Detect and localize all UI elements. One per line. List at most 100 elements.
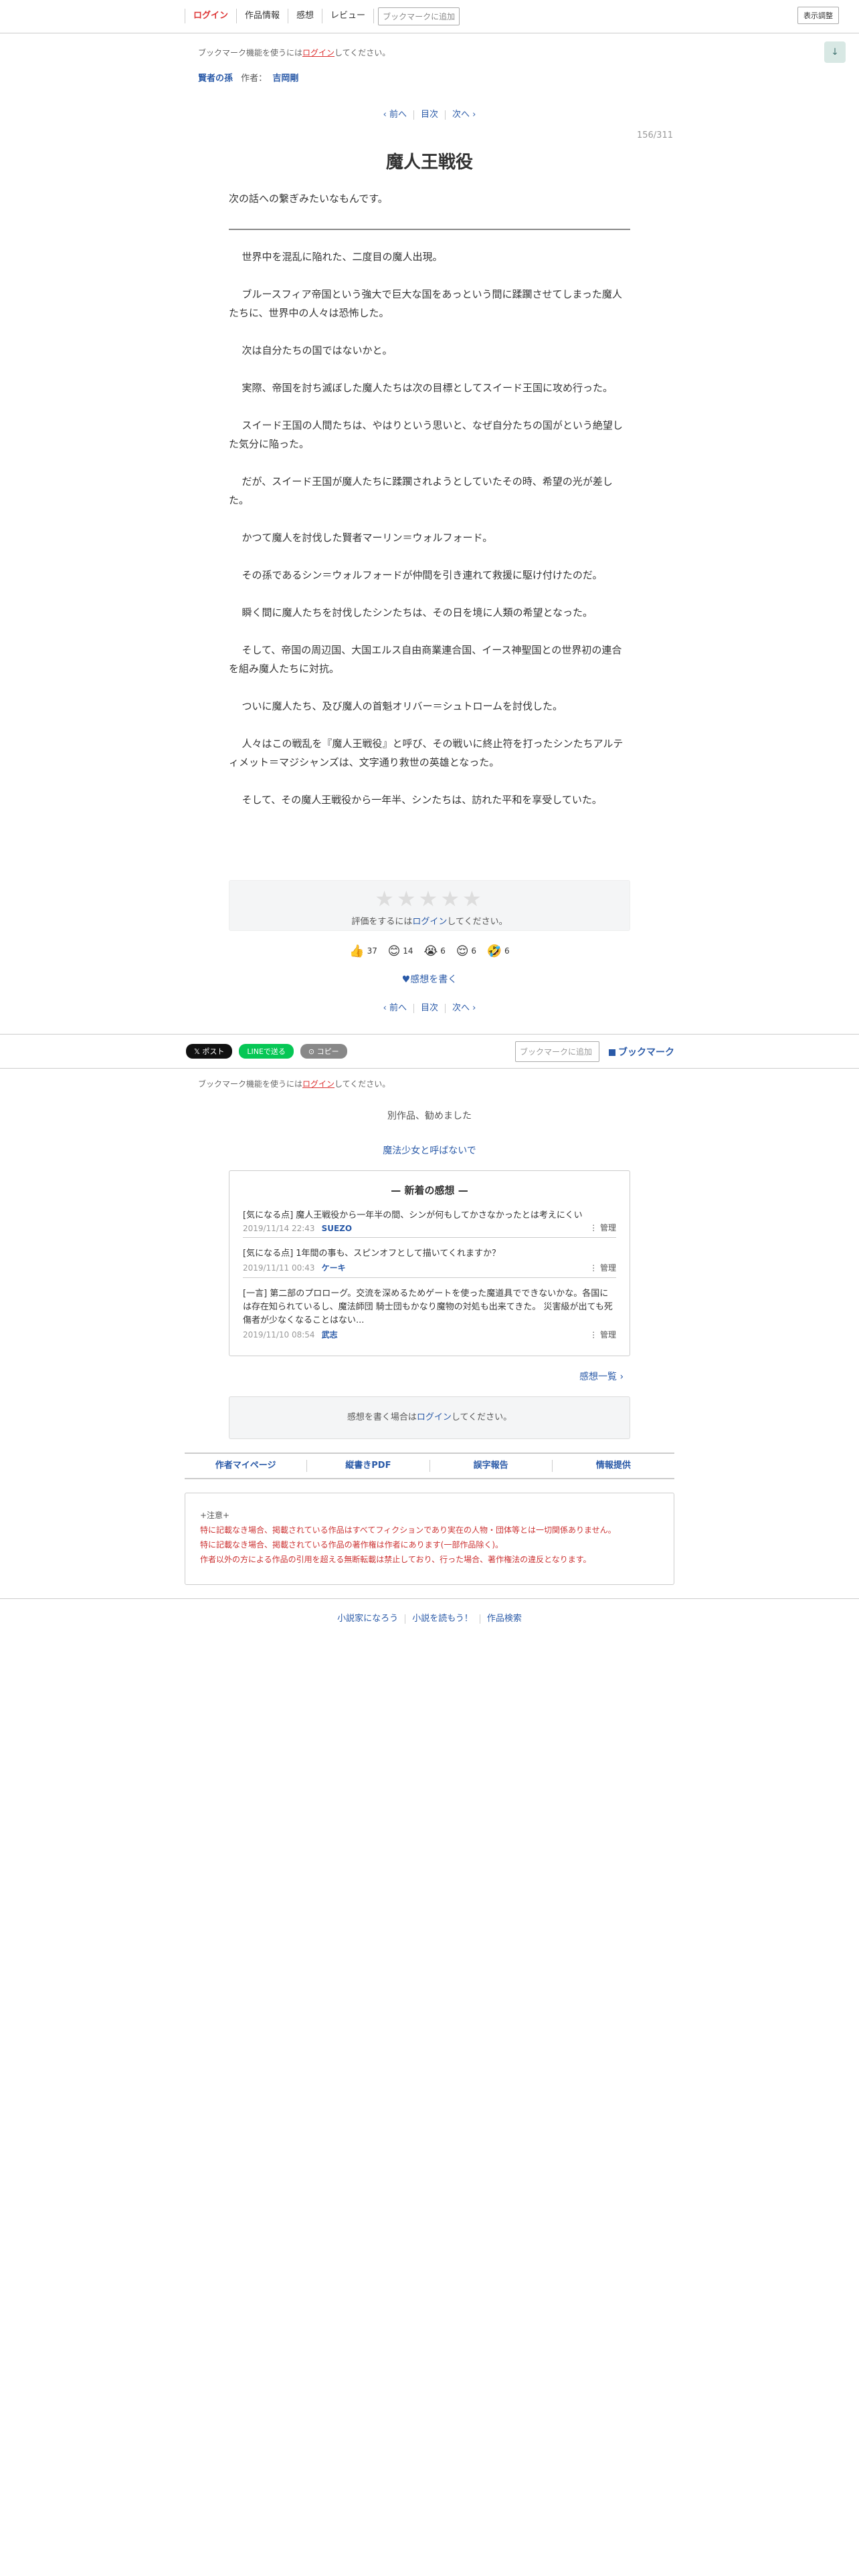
star-icon[interactable]: ★ (462, 886, 484, 911)
impression-text[interactable]: [気になる点] 1年間の事も、スピンオフとして描いてくれますか？ (243, 1247, 616, 1261)
body-paragraph: 実際、帝国を討ち滅ぼした魔人たちは次の目標としてスイード王国に攻め行った。 (242, 382, 613, 394)
impression-meta: 2019/11/10 08:54 武志 (243, 1330, 338, 1339)
share-bar: 𝕏 ポスト LINEで送る ⊙ コピー ブックマークに追加 ブックマーク (0, 1034, 859, 1069)
login-link[interactable]: ログイン (185, 9, 237, 23)
recommend-label: 別作品、勧めました (387, 1111, 472, 1121)
impression-item: [気になる点] 1年間の事も、スピンオフとして描いてくれますか？ 2019/11… (243, 1247, 616, 1278)
caution-line: 作者以外の方による作品の引用を超える無断転載は禁止しており、行った場合、著作権法… (200, 1555, 591, 1564)
prev-link[interactable]: ‹ 前へ (383, 110, 407, 120)
info-provide-link[interactable]: 情報提供 (553, 1460, 674, 1472)
typo-report-link[interactable]: 誤字報告 (430, 1460, 553, 1472)
rating-box: ★★★★★ 評価をするにはログインしてください。 (229, 880, 630, 931)
author-link[interactable]: 吉岡剛 (272, 74, 298, 84)
copy-button[interactable]: ⊙ コピー (300, 1044, 347, 1059)
footer-link-yomou[interactable]: 小説を読もう！ (412, 1614, 473, 1624)
impression-text[interactable]: [一言] 第二部のプロローグ。交流を深めるためゲートを使った魔道具でできないかな… (243, 1287, 616, 1327)
next-link[interactable]: 次へ › (452, 110, 476, 120)
impression-meta: 2019/11/11 00:43 ケーキ (243, 1263, 346, 1273)
author-mypage-link[interactable]: 作者マイページ (185, 1460, 308, 1472)
nav-work-info[interactable]: 作品情報 (237, 9, 289, 23)
impression-item: [一言] 第二部のプロローグ。交流を深めるためゲートを使った魔道具でできないかな… (243, 1287, 616, 1344)
toc-link[interactable]: 目次 (421, 110, 438, 120)
impression-meta: 2019/11/14 22:43 SUEZO (243, 1224, 353, 1233)
share-buttons: 𝕏 ポスト LINEで送る ⊙ コピー (186, 1044, 354, 1059)
impression-user-link[interactable]: ケーキ (322, 1263, 346, 1273)
recommend-link[interactable]: 魔法少女と呼ばないで (0, 1144, 859, 1157)
impression-item: [気になる点] 魔人王戦役から一年半の間、シンが何もしてかさなかったとは考えにく… (243, 1209, 616, 1238)
top-bar: ログイン 作品情報 感想 レビュー ブックマークに追加 表示調整 (0, 0, 859, 33)
bookmark-add-button[interactable]: ブックマークに追加 (378, 7, 460, 25)
reaction-thumbs-up[interactable]: 👍 37 (349, 944, 377, 958)
rating-stars: ★★★★★ (229, 887, 630, 910)
body-paragraph: そして、その魔人王戦役から一年半、シンたちは、訪れた平和を享受していた。 (242, 794, 602, 806)
body-paragraph: 人々はこの戦乱を『魔人王戦役』と呼び、その戦いに終止符を打ったシンたちアルティメ… (229, 738, 624, 768)
bookmark-notice-login-link[interactable]: ログイン (302, 1079, 335, 1089)
reaction-smile[interactable]: 😊 14 (388, 944, 413, 958)
preface-divider (229, 229, 630, 230)
write-impression-link[interactable]: ♥感想を書く (0, 972, 859, 986)
body-paragraph: 世界中を混乱に陥れた、二度目の魔人出現。 (242, 251, 443, 263)
top-nav: ログイン 作品情報 感想 レビュー ブックマークに追加 (185, 4, 460, 28)
impressions-title: — 新着の感想 — (391, 1184, 468, 1196)
next-link[interactable]: 次へ › (452, 1003, 476, 1013)
star-icon[interactable]: ★ (397, 886, 419, 911)
reaction-laugh[interactable]: 🤣 6 (487, 944, 510, 958)
pager-bottom: ‹ 前へ 目次 次へ › (0, 1000, 859, 1013)
display-settings-button[interactable]: 表示調整 (797, 7, 839, 24)
caution-box: +注意+ 特に記載なき場合、掲載されている作品はすべてフィクションであり実在の人… (185, 1493, 674, 1585)
impression-manage-button[interactable]: ⋮ 管理 (589, 1329, 616, 1340)
impression-user-link[interactable]: SUEZO (322, 1224, 353, 1233)
impression-text[interactable]: [気になる点] 魔人王戦役から一年半の間、シンが何もしてかさなかったとは考えにく… (243, 1209, 616, 1222)
bookmark-notice: ブックマーク機能を使うにはログインしてください。 (198, 48, 391, 58)
impression-user-link[interactable]: 武志 (322, 1330, 338, 1339)
rating-login-link[interactable]: ログイン (412, 917, 447, 927)
caution-line: 特に記載なき場合、掲載されている作品の著作権は作者にあります(一部作品除く)。 (200, 1540, 504, 1549)
reaction-cry[interactable]: 😭 6 (423, 944, 446, 958)
body-paragraph: その孫であるシン＝ウォルフォードが仲間を引き連れて救援に駆け付けたのだ。 (242, 569, 603, 581)
new-impressions-box: — 新着の感想 — [気になる点] 魔人王戦役から一年半の間、シンが何もしてかさ… (229, 1170, 630, 1356)
footer-nav: 作者マイページ 縦書きPDF 誤字報告 情報提供 (185, 1453, 674, 1479)
pager-top: ‹ 前へ 目次 次へ › (0, 107, 859, 120)
author-label: 作者： (241, 74, 268, 84)
impression-manage-button[interactable]: ⋮ 管理 (589, 1222, 616, 1233)
smile-icon: 😊 (387, 944, 401, 958)
laugh-icon: 🤣 (486, 944, 502, 958)
body-paragraph: だが、スイード王国が魔人たちに蹂躙されようとしていたその時、希望の光が差した。 (229, 475, 613, 506)
caution-line: 特に記載なき場合、掲載されている作品はすべてフィクションであり実在の人物・団体等… (200, 1525, 616, 1535)
series-info: 賢者の孫 作者： 吉岡剛 (198, 71, 298, 84)
chapter-preface: 次の話への繋ぎみたいなもんです。 (229, 193, 388, 205)
body-paragraph: スイード王国の人間たちは、やはりという思いと、なぜ自分たちの国がという絶望した気… (229, 419, 623, 450)
thumbs-up-icon: 👍 (349, 944, 365, 958)
vertical-pdf-link[interactable]: 縦書きPDF (307, 1460, 430, 1472)
star-icon[interactable]: ★ (440, 886, 462, 911)
x-post-button[interactable]: 𝕏 ポスト (186, 1044, 233, 1059)
bookmark-notice-login-link[interactable]: ログイン (302, 48, 335, 58)
reaction-relieved[interactable]: 😌 6 (456, 944, 476, 958)
write-impression-notice: 感想を書く場合はログインしてください。 (229, 1396, 630, 1439)
footer-link-narou[interactable]: 小説家になろう (337, 1614, 398, 1624)
star-icon[interactable]: ★ (375, 886, 397, 911)
impressions-list-link[interactable]: 感想一覧 › (579, 1370, 624, 1383)
bookmark-add-button[interactable]: ブックマークに追加 (515, 1041, 599, 1062)
line-share-button[interactable]: LINEで送る (239, 1044, 294, 1059)
scroll-down-button[interactable]: ↓ (824, 41, 846, 63)
toc-link[interactable]: 目次 (421, 1003, 438, 1013)
body-paragraph: かつて魔人を討伐した賢者マーリン＝ウォルフォード。 (242, 532, 493, 544)
site-footer: 小説家になろう 小説を読もう！ 作品検索 (0, 1598, 859, 1624)
reaction-bar: 👍 37 😊 14 😭 6 😌 6 🤣 6 (0, 944, 859, 958)
series-title-link[interactable]: 賢者の孫 (198, 74, 233, 84)
relieved-icon: 😌 (456, 944, 469, 958)
bookmark-controls: ブックマークに追加 ブックマーク (515, 1041, 674, 1062)
bookmark-link[interactable]: ブックマーク (609, 1045, 674, 1059)
chapter-progress: 156/311 (636, 130, 673, 140)
body-paragraph: ついに魔人たち、及び魔人の首魁オリバー＝シュトロームを討伐した。 (242, 700, 563, 712)
nav-impressions[interactable]: 感想 (288, 9, 323, 23)
body-paragraph: 瞬く間に魔人たちを討伐したシンたちは、その日を境に人類の希望となった。 (242, 607, 593, 619)
impression-manage-button[interactable]: ⋮ 管理 (589, 1262, 616, 1273)
prev-link[interactable]: ‹ 前へ (383, 1003, 407, 1013)
nav-reviews[interactable]: レビュー (322, 9, 375, 23)
body-paragraph: 次は自分たちの国ではないかと。 (242, 344, 393, 356)
star-icon[interactable]: ★ (419, 886, 441, 911)
footer-link-search[interactable]: 作品検索 (487, 1614, 522, 1624)
write-login-link[interactable]: ログイン (417, 1412, 452, 1422)
